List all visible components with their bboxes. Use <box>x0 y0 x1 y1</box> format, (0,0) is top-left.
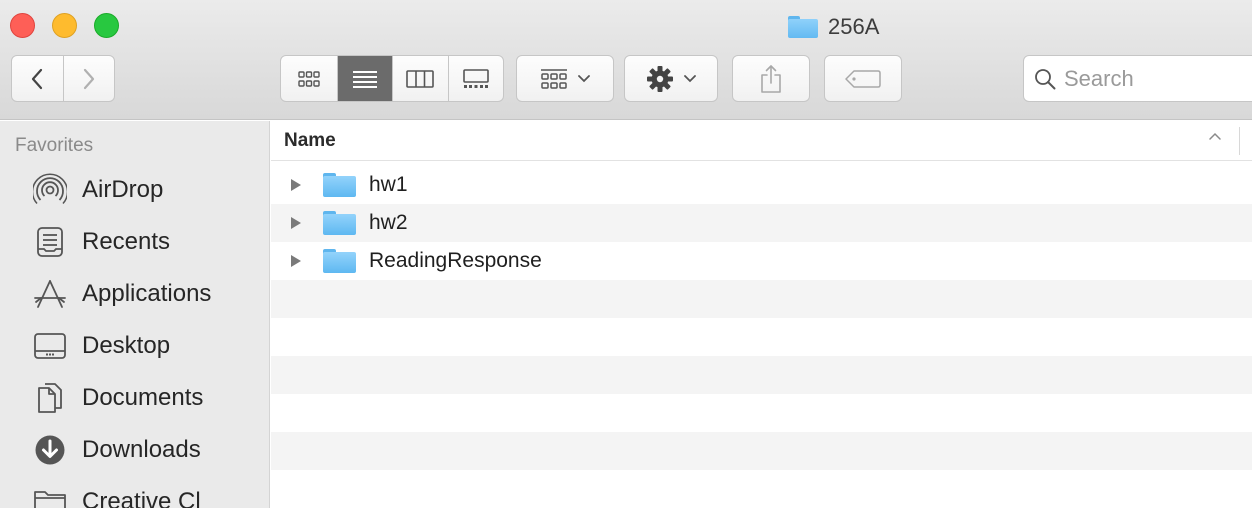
sidebar-item-creative-cloud[interactable]: Creative Cl <box>0 478 269 508</box>
chevron-down-icon <box>578 74 590 82</box>
list-item[interactable]: hw2 <box>271 204 1252 242</box>
airdrop-icon <box>32 172 68 208</box>
gallery-view-button[interactable] <box>447 56 504 101</box>
group-by-button[interactable] <box>516 55 614 102</box>
folder-icon <box>323 211 356 235</box>
list-view-button[interactable] <box>336 56 392 101</box>
back-button[interactable] <box>12 56 63 101</box>
list-item-name: hw2 <box>369 211 408 234</box>
icon-view-button[interactable] <box>281 56 337 101</box>
list-item[interactable]: hw1 <box>271 166 1252 204</box>
applications-icon <box>32 276 68 312</box>
list-item-name: ReadingResponse <box>369 249 542 272</box>
disclosure-triangle-icon[interactable] <box>288 177 304 193</box>
sidebar-item-applications[interactable]: Applications <box>0 270 269 318</box>
window-title: 256A <box>788 12 879 42</box>
gallery-view-icon <box>462 68 489 88</box>
gear-icon <box>647 65 673 92</box>
desktop-icon <box>32 328 68 364</box>
sidebar-item-label: Documents <box>82 384 204 411</box>
chevron-down-icon <box>684 74 696 82</box>
row-background <box>271 394 1252 432</box>
sidebar-item-label: Recents <box>82 228 171 255</box>
folder-icon <box>323 249 356 273</box>
sidebar-item-label: Desktop <box>82 332 171 359</box>
list-item[interactable]: ReadingResponse <box>271 242 1252 280</box>
sidebar-item-desktop[interactable]: Desktop <box>0 322 269 370</box>
group-icon <box>541 68 567 89</box>
sidebar: Favorites AirDrop Recents Applications D… <box>0 121 270 508</box>
minimize-window-button[interactable] <box>52 13 77 38</box>
disclosure-triangle-icon[interactable] <box>288 253 304 269</box>
view-mode-control <box>280 55 504 102</box>
column-header-name[interactable]: Name <box>271 121 1252 161</box>
window-title-text: 256A <box>828 14 880 39</box>
icon-view-icon <box>298 70 320 87</box>
sort-ascending-icon <box>1209 132 1221 140</box>
downloads-icon <box>32 432 68 468</box>
row-background <box>271 280 1252 318</box>
search-input[interactable] <box>1064 65 1244 92</box>
search-field[interactable] <box>1023 55 1252 102</box>
recents-icon <box>32 224 68 260</box>
zoom-window-button[interactable] <box>94 13 119 38</box>
sidebar-item-downloads[interactable]: Downloads <box>0 426 269 474</box>
sidebar-item-recents[interactable]: Recents <box>0 218 269 266</box>
folder-icon <box>32 484 68 508</box>
forward-button[interactable] <box>62 56 115 101</box>
documents-icon <box>32 380 68 416</box>
sidebar-item-airdrop[interactable]: AirDrop <box>0 166 269 214</box>
title-toolbar: 256A <box>0 0 1252 120</box>
sidebar-heading-favorites: Favorites <box>15 135 94 156</box>
sidebar-item-label: Applications <box>82 280 212 307</box>
file-list: Name hw1 hw2 ReadingResponse <box>271 121 1252 508</box>
column-view-icon <box>406 69 435 88</box>
sidebar-item-documents[interactable]: Documents <box>0 374 269 422</box>
search-icon <box>1035 68 1056 89</box>
column-view-button[interactable] <box>392 56 448 101</box>
folder-icon <box>323 173 356 197</box>
sidebar-item-label: Creative Cl <box>82 488 201 508</box>
action-menu-button[interactable] <box>624 55 718 102</box>
row-background <box>271 318 1252 356</box>
chevron-right-icon <box>83 68 94 89</box>
close-window-button[interactable] <box>10 13 35 38</box>
folder-icon <box>788 16 818 38</box>
row-background <box>271 356 1252 394</box>
row-background <box>271 470 1252 508</box>
share-button[interactable] <box>732 55 810 102</box>
tag-icon <box>845 69 881 88</box>
sidebar-item-label: Downloads <box>82 436 201 463</box>
chevron-left-icon <box>32 68 43 89</box>
sidebar-item-label: AirDrop <box>82 176 164 203</box>
list-view-icon <box>352 70 377 88</box>
navigation-buttons <box>11 55 115 102</box>
edit-tags-button[interactable] <box>824 55 902 102</box>
column-divider <box>1239 127 1240 155</box>
row-background <box>271 432 1252 470</box>
list-item-name: hw1 <box>369 173 408 196</box>
disclosure-triangle-icon[interactable] <box>288 215 304 231</box>
column-header-label: Name <box>284 129 336 151</box>
share-icon <box>761 64 781 93</box>
